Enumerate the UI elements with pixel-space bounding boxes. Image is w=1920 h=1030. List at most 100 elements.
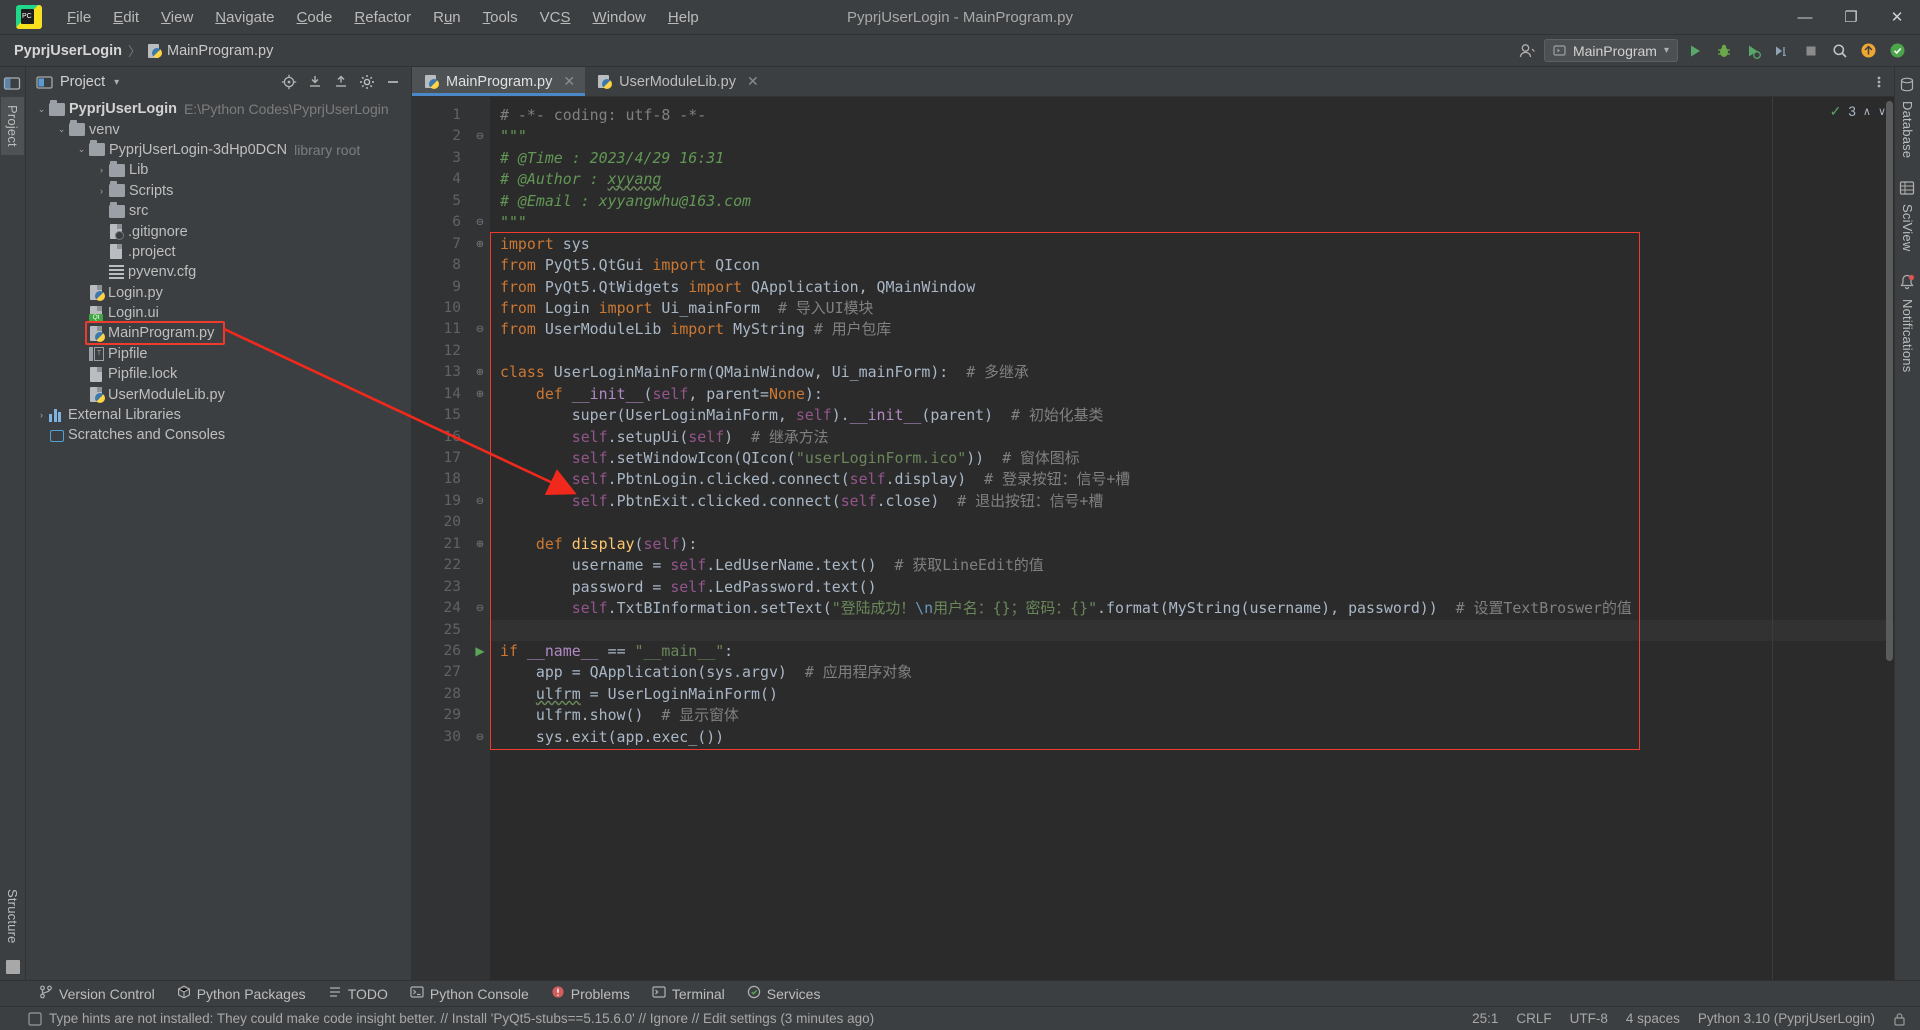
code-line[interactable]: def __init__(self, parent=None):: [490, 384, 1894, 405]
fold-marker[interactable]: [470, 105, 490, 126]
chevron-up-icon[interactable]: ∧: [1863, 105, 1871, 118]
editor-tab-bar[interactable]: MainProgram.py ✕ UserModuleLib.py ✕: [412, 67, 1894, 97]
fold-marker[interactable]: [470, 469, 490, 490]
tree-node-mainprogram-py[interactable]: MainProgram.py: [26, 323, 411, 343]
fold-marker[interactable]: [470, 427, 490, 448]
indentation[interactable]: 4 spaces: [1626, 1011, 1680, 1026]
fold-marker[interactable]: ⊖: [470, 727, 490, 748]
fold-marker[interactable]: [470, 512, 490, 533]
menu-code[interactable]: Code: [286, 6, 344, 29]
code-line[interactable]: sys.exit(app.exec_()): [490, 727, 1894, 748]
python-interpreter[interactable]: Python 3.10 (PyprjUserLogin): [1698, 1011, 1875, 1026]
tree-expander-icon[interactable]: ⌄: [54, 124, 69, 135]
fold-marker[interactable]: ⊖: [470, 598, 490, 619]
tree-node-pyprjuserlogin-3dhp0dcn[interactable]: ⌄ PyprjUserLogin-3dHp0DCN library root: [26, 140, 411, 160]
tree-expander-icon[interactable]: ›: [94, 165, 109, 175]
code-line[interactable]: self.TxtBInformation.setText("登陆成功！\n用户名…: [490, 598, 1894, 619]
tool-window-problems[interactable]: Problems: [540, 985, 641, 1002]
editor-tab-usermodulelib-py[interactable]: UserModuleLib.py ✕: [585, 67, 769, 96]
sciview-icon[interactable]: [1899, 180, 1917, 196]
menu-edit[interactable]: Edit: [102, 6, 150, 29]
hide-panel-icon[interactable]: [381, 70, 405, 94]
code-line[interactable]: # @Time : 2023/4/29 16:31: [490, 148, 1894, 169]
main-menu[interactable]: FFileile Edit View Navigate Code Refacto…: [56, 6, 710, 29]
fold-marker[interactable]: [470, 662, 490, 683]
fold-marker[interactable]: ⊕: [470, 534, 490, 555]
close-icon[interactable]: ✕: [563, 73, 575, 90]
code-line[interactable]: from UserModuleLib import MyString # 用户包…: [490, 319, 1894, 340]
locate-icon[interactable]: [277, 70, 301, 94]
run-line-marker[interactable]: ▶: [470, 641, 490, 662]
tree-node-pipfile[interactable]: T Pipfile: [26, 344, 411, 364]
code-line[interactable]: self.setupUi(self) # 继承方法: [490, 427, 1894, 448]
fold-marker[interactable]: ⊖: [470, 126, 490, 147]
lock-icon[interactable]: [1893, 1012, 1906, 1026]
fold-marker[interactable]: [470, 191, 490, 212]
window-controls[interactable]: — ❐ ✕: [1782, 0, 1920, 34]
code-line[interactable]: """: [490, 212, 1894, 233]
menu-file[interactable]: FFileile: [56, 6, 102, 29]
tree-node-src[interactable]: src: [26, 201, 411, 221]
code-line[interactable]: [490, 512, 1894, 533]
project-strip-icon[interactable]: [3, 75, 23, 95]
file-encoding[interactable]: UTF-8: [1570, 1011, 1608, 1026]
code-line[interactable]: ulfrm = UserLoginMainForm(): [490, 684, 1894, 705]
menu-navigate[interactable]: Navigate: [204, 6, 285, 29]
tree-node-scripts[interactable]: › Scripts: [26, 181, 411, 201]
sidebar-item-database[interactable]: Database: [1896, 93, 1919, 166]
code-line[interactable]: # -*- coding: utf-8 -*-: [490, 105, 1894, 126]
tree-node-pipfile-lock[interactable]: Pipfile.lock: [26, 364, 411, 384]
sidebar-item-sciview[interactable]: SciView: [1896, 196, 1919, 259]
tree-node-gitignore[interactable]: .gitignore: [26, 221, 411, 241]
code-line[interactable]: app = QApplication(sys.argv) # 应用程序对象: [490, 662, 1894, 683]
fold-marker[interactable]: ⊖: [470, 212, 490, 233]
code-line[interactable]: ulfrm.show() # 显示窗体: [490, 705, 1894, 726]
fold-marker[interactable]: [470, 555, 490, 576]
code-line[interactable]: from Login import Ui_mainForm # 导入UI模块: [490, 298, 1894, 319]
fold-marker[interactable]: [470, 577, 490, 598]
menu-refactor[interactable]: Refactor: [343, 6, 422, 29]
run-with-coverage-button[interactable]: [1740, 38, 1765, 63]
menu-tools[interactable]: Tools: [472, 6, 529, 29]
tree-node-external-libraries[interactable]: › External Libraries: [26, 405, 411, 425]
project-tree[interactable]: ⌄ PyprjUserLogin E:\Python Codes\PyprjUser…: [26, 97, 411, 980]
code-line[interactable]: from PyQt5.QtWidgets import QApplication…: [490, 277, 1894, 298]
structure-icon[interactable]: [5, 960, 20, 974]
tree-node-login-py[interactable]: Login.py: [26, 283, 411, 303]
fold-marker[interactable]: ⊕: [470, 384, 490, 405]
breadcrumb-project[interactable]: PyprjUserLogin: [14, 43, 122, 59]
tree-node-lib[interactable]: › Lib: [26, 160, 411, 180]
code-line[interactable]: import sys: [490, 234, 1894, 255]
tree-expander-icon[interactable]: ›: [34, 410, 49, 420]
minimize-button[interactable]: —: [1782, 0, 1828, 35]
fold-marker[interactable]: [470, 169, 490, 190]
editor-options-icon[interactable]: [1864, 67, 1894, 96]
code-line[interactable]: super(UserLoginMainForm, self).__init__(…: [490, 405, 1894, 426]
close-button[interactable]: ✕: [1874, 0, 1920, 35]
tree-node-pyvenv-cfg[interactable]: pyvenv.cfg: [26, 262, 411, 282]
code-line[interactable]: class UserLoginMainForm(QMainWindow, Ui_…: [490, 362, 1894, 383]
code-line[interactable]: username = self.LedUserName.text() # 获取L…: [490, 555, 1894, 576]
editor-tab-mainprogram-py[interactable]: MainProgram.py ✕: [412, 67, 586, 96]
menu-run[interactable]: Run: [422, 6, 472, 29]
code-line[interactable]: self.PbtnExit.clicked.connect(self.close…: [490, 491, 1894, 512]
fold-marker[interactable]: [470, 448, 490, 469]
status-message-area[interactable]: Type hints are not installed: They could…: [28, 1011, 874, 1026]
tree-node-scratches-and-consoles[interactable]: Scratches and Consoles: [26, 425, 411, 445]
tool-window-version-control[interactable]: Version Control: [28, 985, 166, 1002]
tree-node-usermodulelib-py[interactable]: UserModuleLib.py: [26, 384, 411, 404]
inspection-widget[interactable]: ✓ 3 ∧ ∨: [1830, 103, 1886, 120]
profile-button[interactable]: [1769, 38, 1794, 63]
menu-help[interactable]: Help: [657, 6, 710, 29]
sidebar-item-notifications[interactable]: Notifications: [1896, 291, 1919, 380]
settings-gear-icon[interactable]: [355, 70, 379, 94]
code-line[interactable]: self.setWindowIcon(QIcon("userLoginForm.…: [490, 448, 1894, 469]
run-button[interactable]: [1682, 38, 1707, 63]
menu-vcs[interactable]: VCS: [529, 6, 582, 29]
tree-node-pyprjuserlogin[interactable]: ⌄ PyprjUserLogin E:\Python Codes\PyprjUser…: [26, 99, 411, 119]
code-editor[interactable]: 1 2 3 4 5 6 7 8 9 10 11 12 13 14 15 16 17 18 19 20 21 22 23 24 2…: [412, 97, 1894, 980]
code-line[interactable]: def display(self):: [490, 534, 1894, 555]
search-everywhere-icon[interactable]: [1827, 38, 1852, 63]
tool-window-python-packages[interactable]: Python Packages: [166, 985, 317, 1002]
tree-expander-icon[interactable]: ›: [94, 186, 109, 196]
